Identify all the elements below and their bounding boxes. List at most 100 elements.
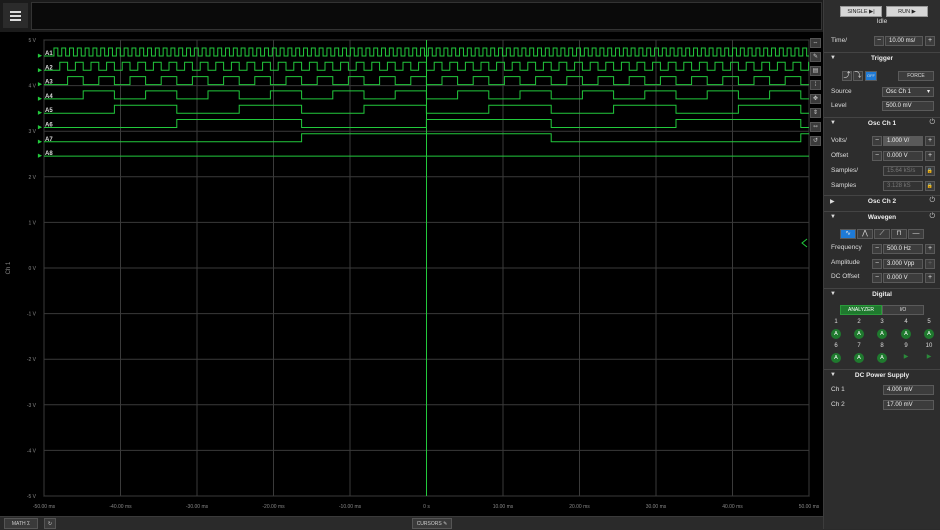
channel-marker-icon: ▶ [37, 53, 43, 59]
digital-pin-number: 2 [857, 319, 861, 325]
y-tick-label: -2 V [27, 357, 37, 363]
dc-power-header[interactable]: ▼ DC Power Supply [824, 369, 940, 382]
power-icon[interactable]: ⏻ [929, 197, 935, 205]
plot-svg: -50.00 ms -40.00 ms -30.00 ms -20.00 ms -10.… [6, 38, 820, 510]
osc-ch1-header[interactable]: ▼ Osc Ch 1 ⏻ [824, 117, 940, 130]
dc-ch1-field[interactable]: 4.000 mV [883, 385, 934, 395]
dc-offset-field[interactable]: 0.000 V [883, 273, 923, 283]
channel-marker-icon: ▶ [37, 67, 43, 73]
lock-icon[interactable]: 🔒 [925, 166, 935, 176]
digital-channel-label: A5 [45, 108, 53, 114]
refresh-icon[interactable]: ↻ [44, 518, 56, 529]
plot-tools: ⇔ ✎ ▤ ⁞ ✥ ⇕ ⇿ ↺ [810, 38, 823, 148]
offset-decrement[interactable]: − [872, 151, 882, 161]
frequency-increment[interactable]: + [925, 244, 935, 254]
trigger-header[interactable]: ▼ Trigger [824, 52, 940, 65]
digital-channel-label: A8 [45, 151, 53, 157]
waveform-overview-strip[interactable] [31, 2, 822, 30]
volts-per-div-field[interactable]: 1.000 V/ [883, 136, 923, 146]
cursors-label: CURSORS [416, 521, 442, 527]
cursors-button[interactable]: CURSORS ✎ [412, 518, 452, 529]
digital-pin-state[interactable]: ▶ [901, 353, 911, 360]
digital-pin-state[interactable]: A [924, 329, 934, 339]
math-label: MATH [11, 521, 26, 527]
digital-pin-state[interactable]: A [831, 353, 841, 363]
digital-pin-number: 10 [925, 343, 933, 349]
dc-ch2-field[interactable]: 17.00 mV [883, 400, 934, 410]
x-tick-label: 10.00 ms [493, 504, 514, 510]
sawtooth-wave-icon[interactable]: ⟋ [874, 229, 890, 239]
power-icon[interactable]: ⏻ [929, 213, 935, 221]
trigger-title: Trigger [870, 55, 894, 62]
digital-pin-state[interactable]: A [831, 329, 841, 339]
tool-fit-icon[interactable]: ⇔ [810, 38, 821, 48]
frequency-decrement[interactable]: − [872, 244, 882, 254]
force-button[interactable]: FORCE [898, 71, 934, 81]
time-zoom-out-icon[interactable]: − [874, 36, 884, 46]
oscilloscope-plot[interactable]: -50.00 ms -40.00 ms -30.00 ms -20.00 ms -10.… [0, 32, 823, 516]
falling-edge-icon[interactable]: ⤵ [853, 71, 863, 81]
tool-edit-icon[interactable]: ✎ [810, 52, 821, 62]
lock-icon[interactable]: 🔒 [925, 181, 935, 191]
volts-zoom-out-icon[interactable]: − [872, 136, 882, 146]
math-button[interactable]: MATH Σ [4, 518, 38, 529]
y-tick-label: -1 V [27, 312, 37, 318]
rising-edge-icon[interactable]: ⤴ [842, 71, 852, 81]
single-label: SINGLE [847, 9, 868, 15]
tool-pan-icon[interactable]: ⇿ [810, 122, 821, 132]
digital-header[interactable]: ▼ Digital [824, 288, 940, 301]
dc-offset-increment[interactable]: + [925, 273, 935, 283]
tool-export-icon[interactable]: ▤ [810, 66, 821, 76]
y-tick-label: 4 V [28, 84, 36, 90]
digital-pin-number: 5 [927, 319, 931, 325]
amplitude-field[interactable]: 3.000 Vpp [883, 259, 923, 269]
sine-wave-icon[interactable]: ∿ [840, 229, 856, 239]
time-zoom-in-icon[interactable]: + [925, 36, 935, 46]
sample-count-label: Samples [831, 182, 857, 189]
digital-pin-state[interactable]: A [854, 353, 864, 363]
amplitude-decrement[interactable]: − [872, 259, 882, 269]
digital-pin-state[interactable]: A [854, 329, 864, 339]
digital-pin-number: 8 [880, 343, 884, 349]
triangle-wave-icon[interactable]: ⋀ [857, 229, 873, 239]
dc-wave-icon[interactable]: — [908, 229, 924, 239]
offset-field[interactable]: 0.000 V [883, 151, 923, 161]
trigger-off-button[interactable]: OFF [865, 71, 877, 81]
hamburger-menu-icon[interactable] [3, 3, 28, 28]
amplitude-increment[interactable]: + [925, 259, 935, 269]
digital-channel-label: A4 [45, 94, 53, 100]
frequency-field[interactable]: 500.0 Hz [883, 244, 923, 254]
x-tick-label: -30.00 ms [186, 504, 209, 510]
digital-pin-number: 9 [904, 343, 908, 349]
digital-pin-state[interactable]: A [901, 329, 911, 339]
digital-pin-state[interactable]: A [877, 353, 887, 363]
dc-offset-decrement[interactable]: − [872, 273, 882, 283]
single-button[interactable]: SINGLE ▶| [840, 6, 882, 17]
digital-channel-label: A1 [45, 51, 53, 57]
channel-marker-icon: ▶ [37, 125, 43, 131]
level-field[interactable]: 500.0 mV [882, 101, 934, 111]
volts-zoom-in-icon[interactable]: + [925, 136, 935, 146]
digital-pin-state[interactable]: ▶ [924, 353, 934, 360]
x-tick-label: -50.00 ms [33, 504, 56, 510]
tool-move-icon[interactable]: ✥ [810, 94, 821, 104]
source-value: Osc Ch 1 [886, 89, 912, 95]
analyzer-tab[interactable]: ANALYZER [840, 305, 882, 315]
source-select[interactable]: Osc Ch 1 ▾ [882, 87, 934, 97]
tool-zoom-icon[interactable]: ⇕ [810, 108, 821, 118]
osc-ch2-header[interactable]: ▶ Osc Ch 2 ⏻ [824, 195, 940, 208]
tool-history-icon[interactable]: ↺ [810, 136, 821, 146]
digital-pin-state[interactable]: A [877, 329, 887, 339]
wavegen-header[interactable]: ▼ Wavegen ⏻ [824, 211, 940, 224]
x-tick-label: -40.00 ms [109, 504, 132, 510]
power-icon[interactable]: ⏻ [929, 119, 935, 127]
x-tick-label: 0 s [423, 504, 430, 510]
time-per-div-field[interactable]: 10.00 ms/ [885, 36, 923, 46]
sample-count-field: 3.128 kS [883, 181, 923, 191]
offset-increment[interactable]: + [925, 151, 935, 161]
io-tab[interactable]: I/O [882, 305, 924, 315]
run-button[interactable]: RUN ▶ [886, 6, 928, 17]
y-tick-label: -5 V [27, 494, 37, 500]
tool-grid-icon[interactable]: ⁞ [810, 80, 821, 90]
square-wave-icon[interactable]: ⊓ [891, 229, 907, 239]
